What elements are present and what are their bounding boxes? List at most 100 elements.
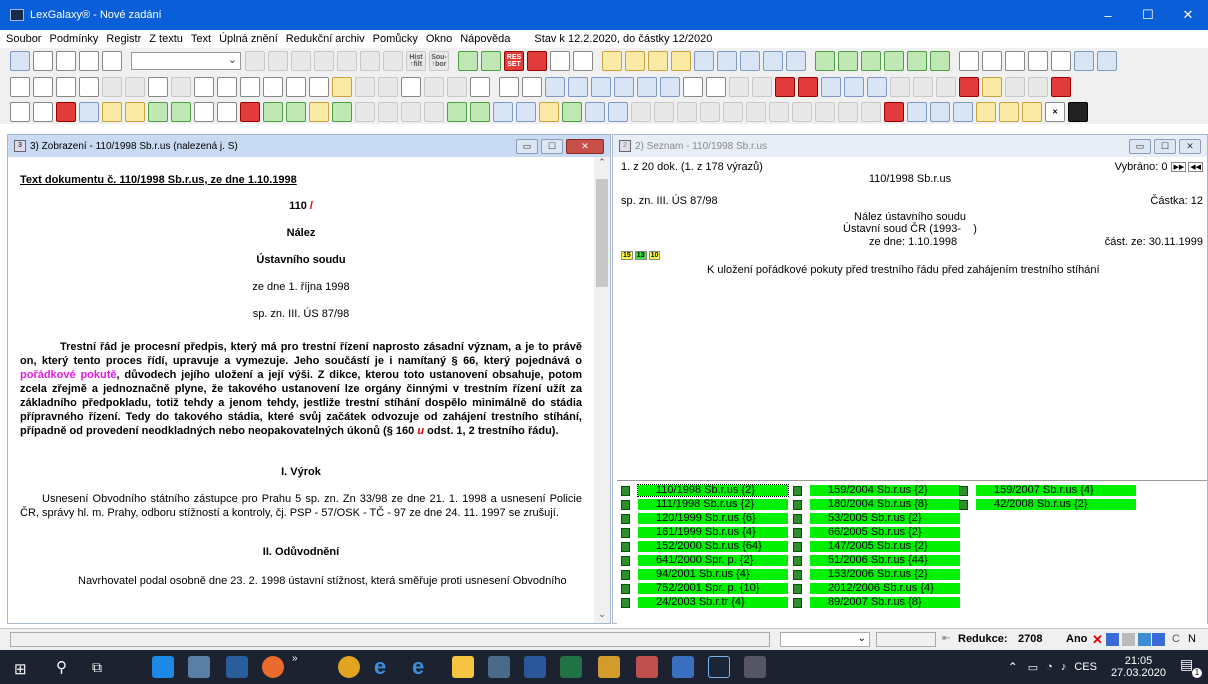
menu-z-textu[interactable]: Z textu bbox=[149, 33, 183, 45]
tool-icon[interactable] bbox=[694, 51, 714, 71]
document-text-area[interactable]: Text dokumentu č. 110/1998 Sb.r.us, ze d… bbox=[8, 157, 594, 623]
list-maximize-button[interactable]: ☐ bbox=[1154, 139, 1176, 154]
result-list-item[interactable]: 89/2007 Sb.r.us {8} bbox=[793, 597, 960, 608]
tool-icon[interactable] bbox=[401, 77, 421, 97]
hist-filt-button[interactable]: Hist ↑filt bbox=[406, 51, 426, 71]
scroll-down-arrow-icon[interactable]: ⌄ bbox=[594, 609, 610, 623]
menu-redukcni-archiv[interactable]: Redukční archiv bbox=[286, 33, 365, 45]
tool-icon[interactable] bbox=[815, 102, 835, 122]
store-icon[interactable] bbox=[488, 656, 510, 678]
result-list-item[interactable]: 66/2005 Sb.r.us {2} bbox=[793, 527, 960, 538]
tool-icon[interactable] bbox=[171, 77, 191, 97]
tool-icon[interactable] bbox=[194, 77, 214, 97]
tool-icon[interactable] bbox=[844, 77, 864, 97]
tool-icon[interactable] bbox=[56, 77, 76, 97]
tool-icon[interactable] bbox=[959, 77, 979, 97]
reset-button[interactable]: RES SET bbox=[504, 51, 524, 71]
tool-icon[interactable] bbox=[706, 77, 726, 97]
tool-icon[interactable] bbox=[930, 51, 950, 71]
tool-icon[interactable] bbox=[648, 51, 668, 71]
chrome-icon[interactable] bbox=[338, 656, 360, 678]
search-icon[interactable]: ⚲ bbox=[56, 658, 67, 676]
ie-icon[interactable]: e bbox=[412, 654, 424, 680]
tool-icon[interactable] bbox=[867, 77, 887, 97]
file-explorer-icon[interactable] bbox=[452, 656, 474, 678]
taskbar-app-icon[interactable] bbox=[226, 656, 248, 678]
firefox-icon[interactable] bbox=[262, 656, 284, 678]
tool-icon[interactable] bbox=[268, 51, 288, 71]
result-list-item[interactable]: 2012/2006 Sb.r.us {4} bbox=[793, 583, 960, 594]
tool-icon[interactable] bbox=[654, 102, 674, 122]
tool-icon[interactable] bbox=[907, 51, 927, 71]
tool-icon[interactable] bbox=[821, 77, 841, 97]
tool-icon[interactable] bbox=[953, 102, 973, 122]
tool-icon[interactable] bbox=[982, 51, 1002, 71]
search-hit[interactable]: pořádkové pokutě bbox=[20, 369, 117, 381]
result-list-item[interactable]: 152/2000 Sb.r.us {64} bbox=[621, 541, 788, 552]
tool-icon[interactable] bbox=[723, 102, 743, 122]
result-list-item[interactable]: 641/2000 Spr. p. {2} bbox=[621, 555, 788, 566]
tool-icon[interactable] bbox=[746, 102, 766, 122]
tool-icon[interactable] bbox=[1074, 51, 1094, 71]
tool-icon[interactable] bbox=[79, 102, 99, 122]
tool-icon[interactable] bbox=[671, 51, 691, 71]
tool-icon[interactable] bbox=[148, 102, 168, 122]
tool-icon[interactable] bbox=[1152, 633, 1165, 646]
tool-icon[interactable] bbox=[999, 102, 1019, 122]
result-list-item[interactable]: 24/2003 Sb.r.tr {4} bbox=[621, 597, 788, 608]
tool-icon[interactable] bbox=[424, 102, 444, 122]
tool-icon[interactable] bbox=[217, 77, 237, 97]
tool-icon[interactable] bbox=[752, 77, 772, 97]
toolbar-dropdown[interactable] bbox=[131, 52, 241, 70]
tool-icon[interactable] bbox=[286, 77, 306, 97]
tool-icon[interactable] bbox=[861, 51, 881, 71]
list-close-button[interactable]: ✕ bbox=[1179, 139, 1201, 154]
tool-icon[interactable] bbox=[573, 51, 593, 71]
tool-icon[interactable] bbox=[481, 51, 501, 71]
tool-icon[interactable] bbox=[332, 102, 352, 122]
result-list-item[interactable]: 53/2005 Sb.r.us {2} bbox=[793, 513, 960, 524]
tool-icon[interactable] bbox=[1005, 77, 1025, 97]
tool-icon[interactable] bbox=[1028, 51, 1048, 71]
taskbar-app-icon[interactable] bbox=[152, 656, 174, 678]
menu-registr[interactable]: Registr bbox=[106, 33, 141, 45]
tool-icon[interactable] bbox=[550, 51, 570, 71]
volume-icon[interactable]: ♪ bbox=[1061, 661, 1067, 673]
tool-icon[interactable] bbox=[625, 51, 645, 71]
tool-icon[interactable] bbox=[729, 77, 749, 97]
tool-icon[interactable] bbox=[562, 102, 582, 122]
result-list-item[interactable]: 159/2007 Sb.r.us {4} bbox=[959, 485, 1136, 496]
tool-icon[interactable] bbox=[291, 51, 311, 71]
result-list-item[interactable]: 752/2001 Spr. p. {10} bbox=[621, 583, 788, 594]
tool-icon[interactable] bbox=[792, 102, 812, 122]
document-scrollbar[interactable]: ⌃ ⌄ bbox=[594, 157, 610, 623]
tool-icon[interactable] bbox=[861, 102, 881, 122]
tool-icon[interactable] bbox=[608, 102, 628, 122]
tool-icon[interactable] bbox=[355, 77, 375, 97]
tool-icon[interactable] bbox=[401, 102, 421, 122]
tool-icon[interactable] bbox=[568, 77, 588, 97]
tool-icon[interactable] bbox=[458, 51, 478, 71]
tool-icon[interactable] bbox=[148, 77, 168, 97]
result-list-item[interactable]: 180/2004 Sb.r.us {8} bbox=[793, 499, 960, 510]
tool-icon[interactable] bbox=[838, 102, 858, 122]
tool-icon[interactable] bbox=[527, 51, 547, 71]
lexgalaxy-taskbar-icon[interactable] bbox=[708, 656, 730, 678]
result-list[interactable]: 110/1998 Sb.r.us {2} 111/1998 Sb.r.us {2}… bbox=[617, 480, 1207, 625]
tool-icon[interactable] bbox=[79, 51, 99, 71]
menu-okno[interactable]: Okno bbox=[426, 33, 452, 45]
tool-icon[interactable] bbox=[102, 51, 122, 71]
tool-icon[interactable] bbox=[470, 77, 490, 97]
list-panel-titlebar[interactable]: 2 2) Seznam - 110/1998 Sb.r.us ▭ ☐ ✕ bbox=[613, 135, 1207, 157]
tool-icon[interactable] bbox=[769, 102, 789, 122]
taskbar-app-icon[interactable] bbox=[188, 656, 210, 678]
taskbar-app-icon[interactable] bbox=[598, 656, 620, 678]
tool-icon[interactable] bbox=[815, 51, 835, 71]
tool-icon[interactable] bbox=[56, 51, 76, 71]
tool-icon[interactable] bbox=[447, 102, 467, 122]
tool-icon[interactable] bbox=[447, 77, 467, 97]
tool-icon[interactable] bbox=[936, 77, 956, 97]
taskbar-app-icon[interactable] bbox=[744, 656, 766, 678]
panel-maximize-button[interactable]: ☐ bbox=[541, 139, 563, 154]
save-app-icon[interactable] bbox=[672, 656, 694, 678]
